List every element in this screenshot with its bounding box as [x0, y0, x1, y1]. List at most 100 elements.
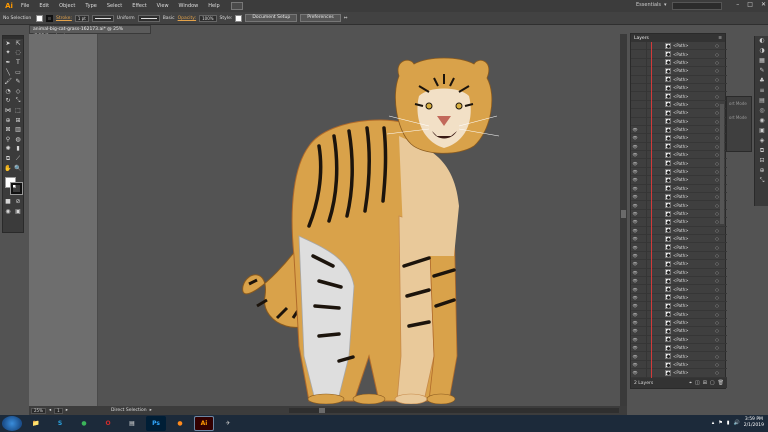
visibility-eye-icon[interactable]: 👁	[631, 337, 639, 342]
selection-tool-icon[interactable]: ➤	[3, 39, 13, 49]
lock-toggle[interactable]	[639, 100, 647, 109]
menu-file[interactable]: File	[16, 0, 34, 12]
path-name[interactable]: <Path>	[673, 362, 713, 367]
taskbar-other-icon[interactable]: ✈	[218, 416, 238, 431]
visibility-eye-icon[interactable]: 👁	[631, 370, 639, 375]
taskbar-firefox-icon[interactable]: ●	[170, 416, 190, 431]
lock-toggle[interactable]	[639, 117, 647, 126]
lock-toggle[interactable]	[639, 360, 647, 369]
path-name[interactable]: <Path>	[673, 228, 713, 233]
path-name[interactable]: <Path>	[673, 320, 713, 325]
zoom-field[interactable]: 25%	[31, 407, 46, 414]
perspective-grid-icon[interactable]: ⊞	[13, 116, 23, 126]
lock-toggle[interactable]	[639, 209, 647, 218]
target-circle-icon[interactable]: ○	[713, 228, 721, 233]
lock-toggle[interactable]	[639, 234, 647, 243]
pathfinder-icon[interactable]: ⊕	[755, 166, 768, 176]
lock-toggle[interactable]	[639, 133, 647, 143]
path-name[interactable]: <Path>	[673, 52, 713, 57]
target-circle-icon[interactable]: ○	[713, 245, 721, 250]
color-mode-icon[interactable]: ■	[3, 197, 13, 207]
visibility-eye-icon[interactable]: 👁	[631, 287, 639, 292]
visibility-eye-icon[interactable]: 👁	[631, 194, 639, 199]
lock-toggle[interactable]	[639, 75, 647, 84]
direct-selection-tool-icon[interactable]: ⇱	[13, 39, 23, 49]
artboards-icon[interactable]: ⧉	[755, 146, 768, 156]
path-name[interactable]: <Path>	[673, 102, 713, 107]
lock-toggle[interactable]	[639, 226, 647, 235]
lock-toggle[interactable]	[639, 301, 647, 310]
lock-toggle[interactable]	[639, 310, 647, 319]
paintbrush-icon[interactable]: 🖌	[3, 77, 13, 87]
target-circle-icon[interactable]: ○	[713, 261, 721, 266]
column-graph-icon[interactable]: ▮	[13, 145, 23, 155]
visibility-eye-icon[interactable]: 👁	[631, 253, 639, 258]
eyedropper-icon[interactable]: ⚲	[3, 135, 13, 145]
path-name[interactable]: <Path>	[673, 236, 713, 241]
visibility-eye-icon[interactable]: 👁	[631, 135, 639, 140]
target-circle-icon[interactable]: ○	[713, 236, 721, 241]
canvas[interactable]	[29, 34, 627, 406]
path-name[interactable]: <Path>	[673, 68, 713, 73]
path-name[interactable]: <Path>	[673, 119, 713, 124]
document-setup-button[interactable]: Document Setup	[245, 14, 298, 22]
target-circle-icon[interactable]: ○	[713, 278, 721, 283]
visibility-eye-icon[interactable]: 👁	[631, 228, 639, 233]
lock-toggle[interactable]	[639, 284, 647, 294]
target-circle-icon[interactable]: ○	[713, 253, 721, 258]
path-name[interactable]: <Path>	[673, 261, 713, 266]
start-button[interactable]	[2, 416, 22, 431]
path-name[interactable]: <Path>	[673, 169, 713, 174]
fill-swatch[interactable]	[36, 14, 43, 22]
menu-window[interactable]: Window	[174, 0, 204, 12]
mesh-icon[interactable]: ⊠	[3, 125, 13, 135]
target-circle-icon[interactable]: ○	[713, 295, 721, 300]
hand-icon[interactable]: ✋	[3, 164, 13, 174]
stroke-swatch[interactable]	[46, 14, 53, 22]
path-name[interactable]: <Path>	[673, 287, 713, 292]
lock-toggle[interactable]	[639, 184, 647, 193]
path-name[interactable]: <Path>	[673, 295, 713, 300]
screen-mode-icon[interactable]: ▣	[13, 207, 23, 217]
path-name[interactable]: <Path>	[673, 245, 713, 250]
lock-toggle[interactable]	[639, 318, 647, 327]
pencil-icon[interactable]: ✎	[13, 77, 23, 87]
target-circle-icon[interactable]: ○	[713, 43, 721, 48]
eraser-icon[interactable]: ◇	[13, 87, 23, 97]
brushes-icon[interactable]: ✎	[755, 66, 768, 76]
horizontal-scroll-thumb[interactable]	[319, 408, 325, 413]
lock-toggle[interactable]	[639, 49, 647, 59]
pen-tool-icon[interactable]: ✒	[3, 58, 13, 68]
path-name[interactable]: <Path>	[673, 60, 713, 65]
visibility-eye-icon[interactable]: 👁	[631, 127, 639, 132]
close-button[interactable]: ✕	[761, 1, 766, 8]
target-circle-icon[interactable]: ○	[713, 60, 721, 65]
taskbar-illustrator-icon[interactable]: Ai	[194, 416, 214, 431]
layers-dock-icon[interactable]: ◈	[755, 136, 768, 146]
appearance-icon[interactable]: ◉	[755, 116, 768, 126]
lock-toggle[interactable]	[639, 167, 647, 176]
taskbar-opera-icon[interactable]: O	[98, 416, 118, 431]
collapsed-panel-label[interactable]: ort Mode	[727, 111, 751, 125]
draw-mode-icon[interactable]: ◉	[3, 207, 13, 217]
brush-definition[interactable]	[137, 14, 160, 22]
path-name[interactable]: <Path>	[673, 161, 713, 166]
visibility-eye-icon[interactable]: 👁	[631, 152, 639, 157]
maximize-button[interactable]: □	[747, 1, 753, 8]
lock-toggle[interactable]	[639, 343, 647, 352]
visibility-eye-icon[interactable]: 👁	[631, 261, 639, 266]
symbol-sprayer-icon[interactable]: ✺	[3, 145, 13, 155]
path-name[interactable]: <Path>	[673, 219, 713, 224]
menu-select[interactable]: Select	[102, 0, 127, 12]
taskbar-notepad-icon[interactable]: ▤	[122, 416, 142, 431]
target-circle-icon[interactable]: ○	[713, 312, 721, 317]
delete-layer-icon[interactable]: 🗑	[718, 380, 724, 386]
lock-toggle[interactable]	[639, 268, 647, 277]
variable-width-profile[interactable]	[91, 14, 114, 22]
new-layer-icon[interactable]: ▢	[710, 380, 715, 386]
scale-icon[interactable]: ⤡	[13, 97, 23, 107]
layers-tab[interactable]: Layers	[634, 36, 649, 41]
canvas-vertical-scrollbar[interactable]	[620, 34, 627, 406]
new-sublayer-icon[interactable]: ⊞	[703, 380, 707, 386]
path-name[interactable]: <Path>	[673, 186, 713, 191]
